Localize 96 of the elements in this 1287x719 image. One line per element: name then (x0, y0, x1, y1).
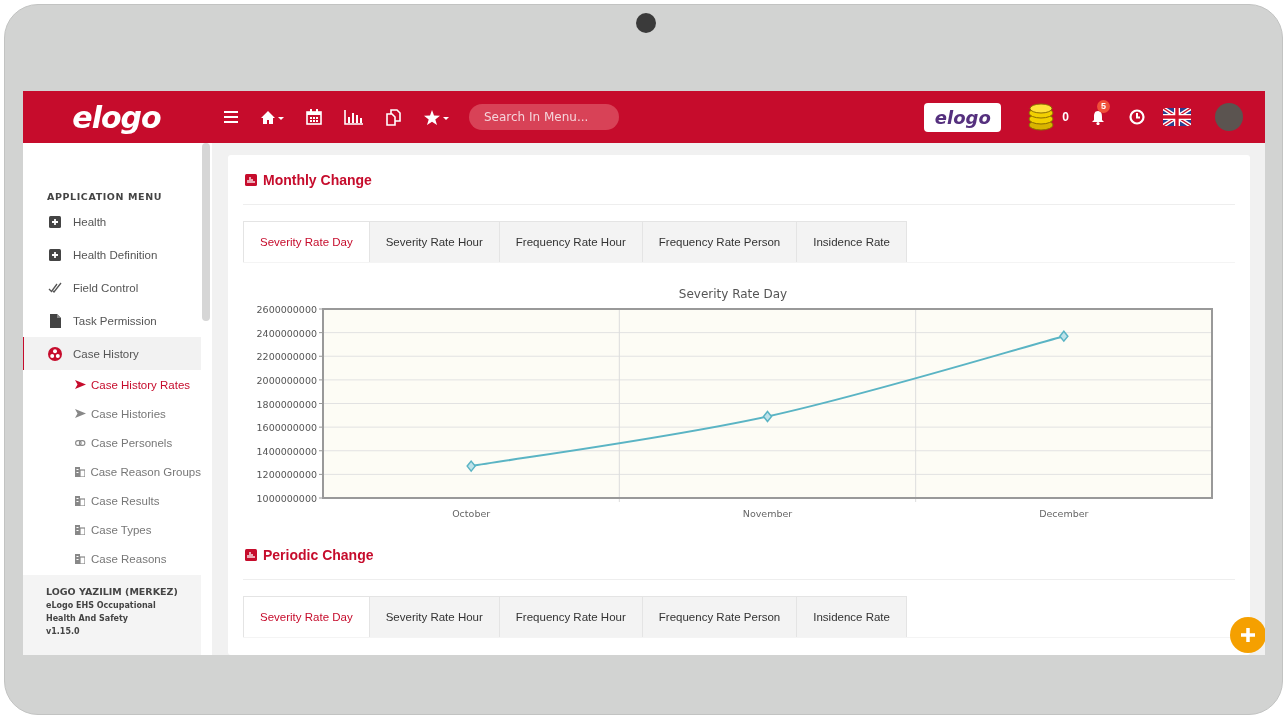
axis-label: 1800000000 (256, 398, 317, 410)
submenu-item-label: Case Histories (91, 407, 166, 420)
submenu-item[interactable]: Case Reason Groups (23, 457, 201, 486)
section-title: Periodic Change (263, 546, 374, 563)
coin-count: 0 (1062, 110, 1069, 124)
reports-button[interactable] (344, 109, 364, 125)
version-label: v1.15.0 (46, 626, 81, 638)
chart-title: Severity Rate Day (678, 287, 788, 301)
double-check-icon (48, 282, 62, 293)
tab[interactable]: Severity Rate Hour (368, 221, 500, 262)
hazard-icon (48, 346, 62, 361)
menu-button[interactable] (224, 110, 238, 124)
axis-label: 1600000000 (256, 422, 317, 434)
file-icon (49, 313, 61, 328)
notifications-button[interactable] (1091, 109, 1105, 125)
tab[interactable]: Insidence Rate (796, 221, 907, 262)
building-icon (74, 466, 85, 477)
axis-label: December (1039, 508, 1089, 519)
data-point (1058, 329, 1069, 343)
calendar-button[interactable] (306, 109, 322, 125)
menu-icon (224, 110, 238, 124)
menu-item-label: Field Control (73, 281, 139, 294)
camera-dot (635, 13, 656, 33)
submenu-item[interactable]: Case History Rates (23, 370, 201, 399)
submenu-item[interactable]: Case Types (23, 515, 201, 544)
history-button[interactable] (1129, 109, 1145, 125)
menu-item-label: Task Permission (73, 314, 157, 327)
language-button[interactable] (1163, 108, 1191, 126)
company-name: LOGO YAZILIM (MERKEZ) (46, 586, 179, 597)
tab[interactable]: Severity Rate Hour (368, 596, 500, 637)
axis-label: 1000000000 (256, 493, 317, 504)
plus-square-icon (49, 215, 61, 228)
axis-label: October (452, 508, 491, 519)
submenu-item-label: Case Results (91, 494, 160, 507)
axis-label: 2200000000 (256, 351, 317, 363)
clock-icon (1129, 109, 1145, 125)
tab[interactable]: Frequency Rate Person (641, 596, 798, 637)
submenu-item[interactable]: Case Reasons (23, 544, 201, 573)
data-point (466, 459, 477, 473)
menu-heading: APPLICATION MENU (46, 190, 163, 204)
menu-item[interactable]: Task Permission (23, 304, 201, 337)
logo[interactable]: elogo (23, 99, 210, 135)
favorites-button[interactable] (424, 109, 449, 125)
bell-icon (1091, 109, 1105, 125)
data-point (762, 410, 773, 423)
axis-label: 2400000000 (256, 327, 317, 339)
tab[interactable]: Frequency Rate Hour (498, 596, 643, 637)
star-icon (424, 109, 449, 125)
submenu-item[interactable]: Case Histories (23, 399, 201, 428)
tab[interactable]: Frequency Rate Person (641, 221, 798, 262)
menu-item[interactable]: Field Control (23, 271, 201, 304)
arrow-icon (74, 409, 86, 418)
axis-label: November (742, 508, 793, 519)
menu-item-label: Health Definition (73, 248, 158, 261)
section-title: Monthly Change (263, 171, 372, 188)
menu-item-label: Case History (73, 347, 139, 360)
building-icon (75, 553, 85, 564)
home-icon (260, 109, 284, 125)
submenu-item-label: Case Reason Groups (90, 465, 201, 478)
notification-count: 5 (1097, 99, 1110, 113)
menu-item[interactable]: Case History (23, 337, 201, 370)
tab[interactable]: Insidence Rate (796, 596, 907, 637)
search-field[interactable]: Search In Menu... (469, 104, 619, 130)
submenu-item-label: Case History Rates (91, 378, 191, 391)
chart-icon (245, 173, 257, 186)
scrollbar[interactable] (202, 143, 210, 321)
copy-icon (386, 108, 402, 126)
tab[interactable]: Frequency Rate Hour (498, 221, 643, 262)
axis-label: 1400000000 (256, 445, 317, 457)
arrow-icon (74, 380, 86, 389)
submenu-item-label: Case Personels (91, 436, 173, 449)
brand-logo: elogo (924, 102, 1002, 132)
building-icon (75, 524, 85, 535)
home-button[interactable] (260, 109, 284, 125)
chart-icon (245, 548, 257, 561)
tab[interactable]: Severity Rate Day (243, 221, 370, 262)
plus-icon (1240, 627, 1256, 643)
flag-icon (1163, 108, 1191, 126)
menu-item-label: Health (73, 215, 107, 228)
calendar-icon (306, 109, 322, 125)
submenu-item[interactable]: Case Results (23, 486, 201, 515)
submenu-item[interactable]: Case Personels (23, 428, 201, 457)
axis-label: 1200000000 (256, 469, 317, 481)
copy-button[interactable] (386, 108, 402, 126)
axis-label: 2000000000 (256, 374, 317, 386)
submenu-item-label: Case Types (91, 523, 152, 536)
link-icon (74, 439, 86, 446)
submenu-item-label: Case Reasons (91, 552, 167, 565)
bar-chart-icon (344, 109, 364, 125)
axis-label: 2600000000 (256, 304, 317, 315)
plus-square-icon (49, 248, 61, 261)
building-icon (75, 495, 85, 506)
coins-icon (1027, 103, 1056, 131)
tab[interactable]: Severity Rate Day (243, 596, 370, 637)
menu-item[interactable]: Health (23, 205, 201, 238)
menu-item[interactable]: Health Definition (23, 238, 201, 271)
